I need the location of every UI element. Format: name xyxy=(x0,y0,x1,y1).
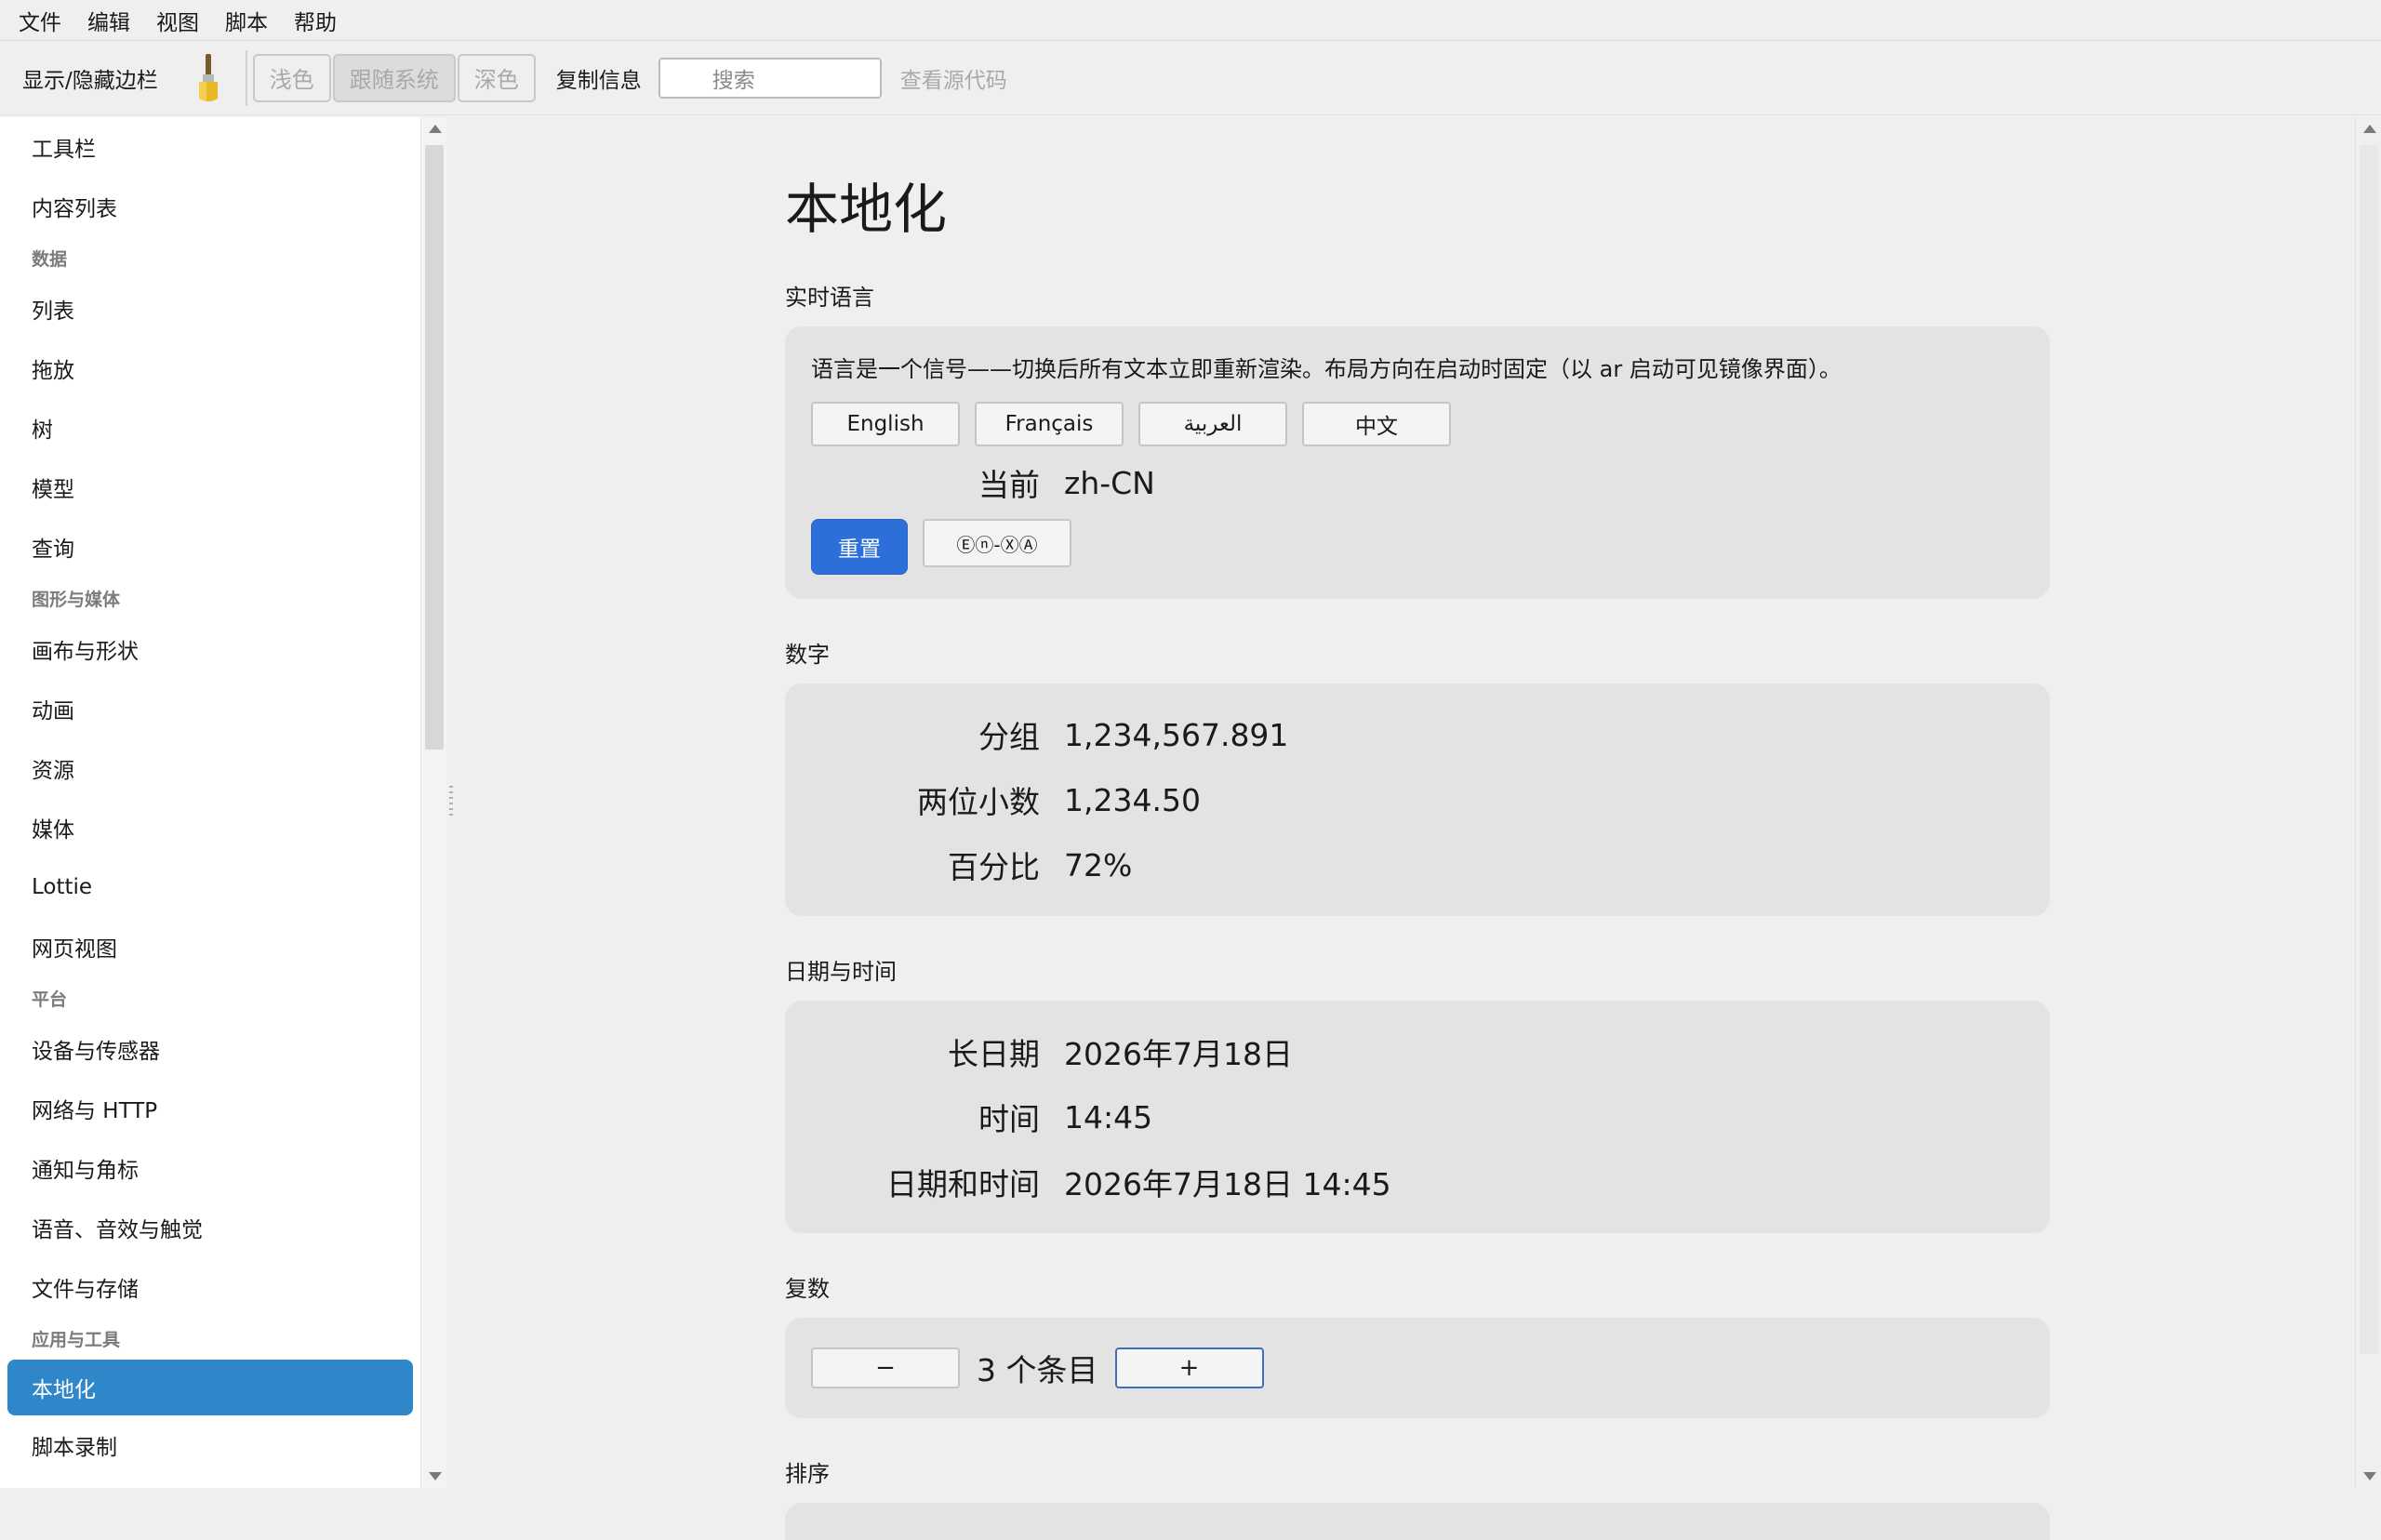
main-content: 本地化 实时语言 语言是一个信号——切换后所有文本立即重新渲染。布局方向在启动时… xyxy=(785,117,2050,1540)
page-title: 本地化 xyxy=(785,178,948,241)
datetime-label: 日期和时间 xyxy=(886,1166,1040,1202)
sidebar-item[interactable]: 内容列表 xyxy=(0,177,420,236)
number-label: 分组 xyxy=(978,719,1040,755)
sidebar-item[interactable]: 工具栏 xyxy=(0,117,420,177)
menu-edit[interactable]: 编辑 xyxy=(87,5,130,36)
datetime-value: 2026年7月18日 xyxy=(1064,1036,1293,1072)
number-value: 72% xyxy=(1064,846,1133,883)
sidebar-item[interactable]: 网络与 HTTP xyxy=(0,1079,420,1138)
sidebar-scroll-thumb[interactable] xyxy=(425,145,444,750)
sidebar-item[interactable]: 动画 xyxy=(0,679,420,738)
sidebar-item[interactable]: 设备与传感器 xyxy=(0,1019,420,1079)
number-label: 百分比 xyxy=(948,849,1040,885)
sidebar-item[interactable]: 画布与形状 xyxy=(0,619,420,679)
sidebar-item[interactable]: 脚本录制 xyxy=(0,1415,420,1475)
sidebar-section-header: 平台 xyxy=(32,989,68,1010)
plural-count-text: 3 个条目 xyxy=(977,1352,1098,1388)
scroll-up-arrow-icon[interactable] xyxy=(2363,125,2376,133)
sidebar-section-header: 应用与工具 xyxy=(32,1329,121,1350)
sidebar-scrollbar[interactable] xyxy=(420,117,446,1488)
sidebar-item[interactable]: 网页视图 xyxy=(0,917,420,976)
datetime-row: 日期和时间 2026年7月18日 14:45 xyxy=(811,1149,2024,1215)
plural-row: − 3 个条目 + xyxy=(811,1346,2024,1390)
menu-help[interactable]: 帮助 xyxy=(294,5,337,36)
language-chinese-button[interactable]: 中文 xyxy=(1302,402,1451,446)
sidebar-section-header: 数据 xyxy=(32,248,68,270)
language-french-button[interactable]: Français xyxy=(975,402,1124,446)
menu-script[interactable]: 脚本 xyxy=(225,5,268,36)
sidebar-item[interactable]: 通知与角标 xyxy=(0,1138,420,1198)
search-input[interactable]: 搜索 xyxy=(658,57,882,99)
sidebar-item[interactable]: Lottie xyxy=(0,857,420,917)
language-arabic-button[interactable]: العربية xyxy=(1138,402,1287,446)
language-english-button[interactable]: English xyxy=(811,402,960,446)
toolbar-separator xyxy=(245,49,247,106)
sidebar-item[interactable]: 列表 xyxy=(0,279,420,339)
plural-card: − 3 个条目 + xyxy=(785,1318,2050,1418)
menu-bar: 文件 编辑 视图 脚本 帮助 xyxy=(0,0,2381,41)
sidebar-item[interactable]: 媒体 xyxy=(0,798,420,857)
datetime-card: 长日期 2026年7月18日 时间 14:45 日期和时间 2026年7月18日… xyxy=(785,1001,2050,1233)
sidebar-item[interactable]: 文件与存储 xyxy=(0,1257,420,1317)
datetime-label: 长日期 xyxy=(948,1036,1040,1072)
menu-view[interactable]: 视图 xyxy=(156,5,199,36)
current-language-label: 当前 xyxy=(978,467,1040,503)
section-title-numbers: 数字 xyxy=(785,642,830,668)
decrement-button[interactable]: − xyxy=(811,1348,960,1388)
theme-light-button[interactable]: 浅色 xyxy=(252,53,331,102)
datetime-value: 2026年7月18日 14:45 xyxy=(1064,1166,1391,1202)
datetime-label: 时间 xyxy=(978,1101,1040,1137)
live-language-card: 语言是一个信号——切换后所有文本立即重新渲染。布局方向在启动时固定（以 ar 启… xyxy=(785,326,2050,599)
main-scrollbar[interactable] xyxy=(2355,117,2381,1488)
datetime-row: 长日期 2026年7月18日 xyxy=(811,1019,2024,1084)
reset-button[interactable]: 重置 xyxy=(811,519,908,575)
pseudo-locale-button[interactable]: Ⓔⓝ-ⓍⒶ xyxy=(923,519,1071,567)
increment-button[interactable]: + xyxy=(1114,1348,1264,1388)
section-title-datetime: 日期与时间 xyxy=(785,959,897,985)
language-buttons: English Français العربية 中文 xyxy=(811,402,2024,446)
theme-system-button[interactable]: 跟随系统 xyxy=(332,53,456,102)
section-title-live-language: 实时语言 xyxy=(785,285,874,311)
number-value: 1,234.50 xyxy=(1064,781,1201,818)
language-description: 语言是一个信号——切换后所有文本立即重新渲染。布局方向在启动时固定（以 ar 启… xyxy=(811,356,1842,382)
number-value: 1,234,567.891 xyxy=(1064,716,1289,753)
sidebar-item[interactable]: 资源 xyxy=(0,738,420,798)
sort-card xyxy=(785,1503,2050,1540)
number-row: 两位小数 1,234.50 xyxy=(811,767,2024,832)
language-actions: 重置 Ⓔⓝ-ⓍⒶ xyxy=(811,519,2024,575)
sidebar: 工具栏 内容列表数据列表 拖放树模型 查询图形与媒体画布与形状 动画 资源 媒体 Lottie… xyxy=(0,117,420,1488)
sidebar-item[interactable]: 模型 xyxy=(0,458,420,517)
sidebar-item[interactable]: 查询 xyxy=(0,517,420,577)
view-source-button[interactable]: 查看源代码 xyxy=(900,62,1007,94)
sidebar-item[interactable]: 树 xyxy=(0,398,420,458)
sidebar-item[interactable]: 拖放 xyxy=(0,339,420,398)
scroll-down-arrow-icon[interactable] xyxy=(2363,1472,2376,1480)
toggle-sidebar-button[interactable]: 显示/隐藏边栏 xyxy=(22,62,158,94)
sidebar-item[interactable]: 语音、音效与触觉 xyxy=(0,1198,420,1257)
section-title-plural: 复数 xyxy=(785,1276,830,1302)
number-row: 百分比 72% xyxy=(811,832,2024,897)
current-language-value: zh-CN xyxy=(1064,464,1155,501)
numbers-card: 分组 1,234,567.891 两位小数 1,234.50 百分比 72% xyxy=(785,684,2050,916)
section-title-sort: 排序 xyxy=(785,1461,830,1487)
sidebar-section-header: 图形与媒体 xyxy=(32,589,121,610)
splitter-handle[interactable] xyxy=(449,786,453,819)
sidebar-item[interactable]: 本地化 xyxy=(7,1360,413,1415)
scroll-down-arrow-icon[interactable] xyxy=(429,1472,442,1480)
main-scroll-thumb[interactable] xyxy=(2360,145,2378,1354)
scroll-up-arrow-icon[interactable] xyxy=(429,125,442,133)
number-label: 两位小数 xyxy=(917,784,1040,820)
current-language-row: 当前 zh-CN xyxy=(811,450,2024,515)
copy-info-button[interactable]: 复制信息 xyxy=(556,62,642,94)
toolbar: 显示/隐藏边栏 浅色 跟随系统 深色 复制信息 搜索 查看源代码 xyxy=(0,41,2381,115)
menu-file[interactable]: 文件 xyxy=(19,5,61,36)
theme-dark-button[interactable]: 深色 xyxy=(457,53,536,102)
number-row: 分组 1,234,567.891 xyxy=(811,702,2024,767)
datetime-row: 时间 14:45 xyxy=(811,1084,2024,1149)
paintbrush-icon[interactable] xyxy=(190,52,227,104)
datetime-value: 14:45 xyxy=(1064,1098,1153,1135)
